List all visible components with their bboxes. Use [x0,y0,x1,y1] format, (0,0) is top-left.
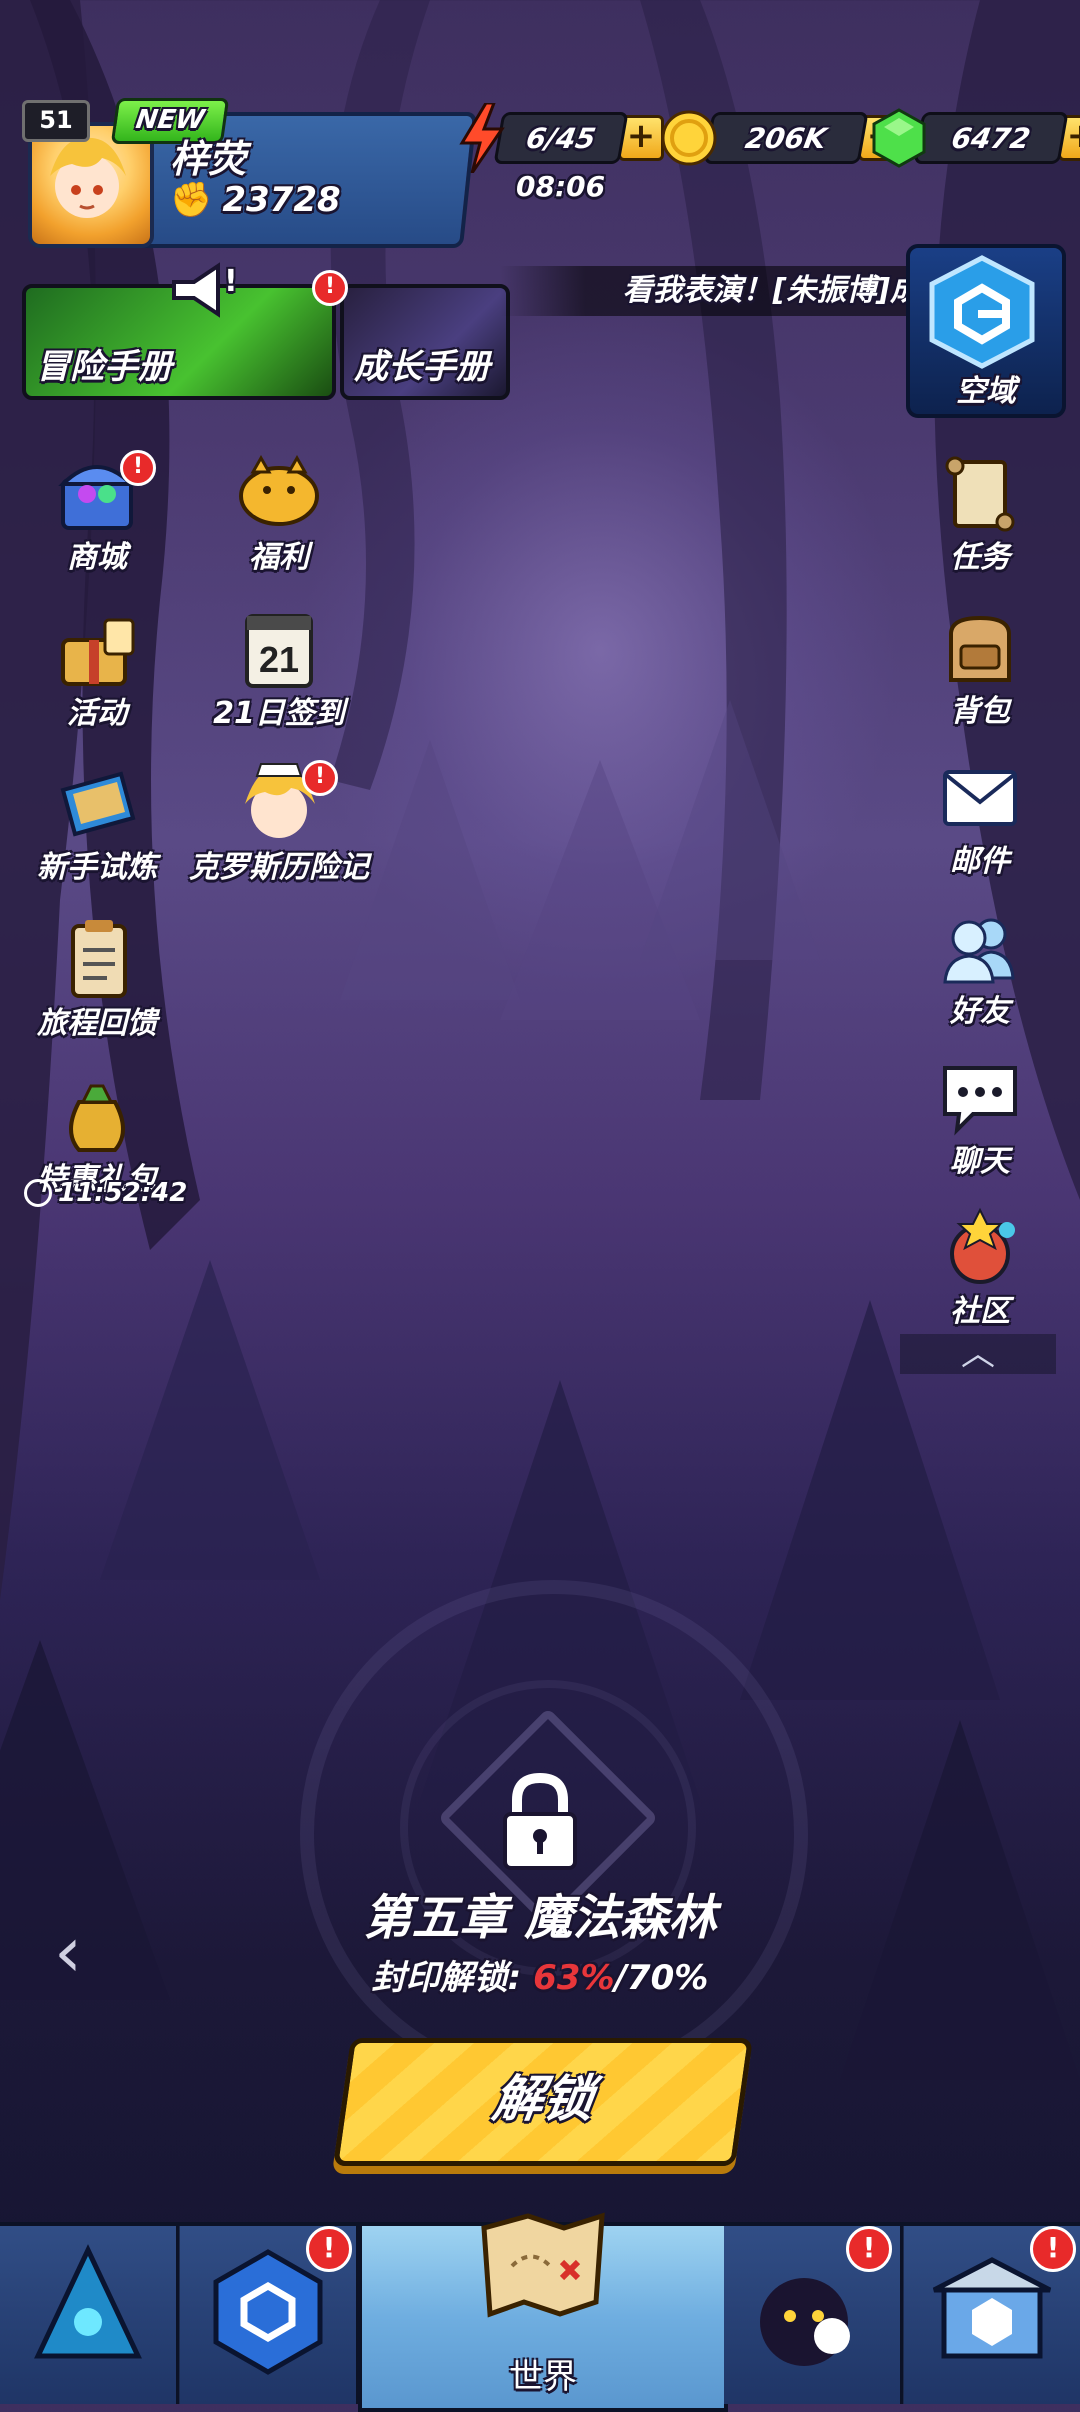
chapter-title: 第五章 魔法森林 [363,1890,717,1946]
menu-chat-label: 聊天 [950,1144,1010,1179]
special-pack-timer-value: 11:52:42 [58,1178,188,1208]
nav-tab-guild[interactable] [0,2226,179,2404]
calendar-day-number: 21 [259,639,299,680]
growth-handbook-button[interactable]: 成长手册 [340,284,510,400]
stamina-value: 6/45 [493,112,629,164]
shop-tab-alert-badge: ! [1030,2226,1076,2272]
gift-bag-icon [49,606,145,692]
player-level: 51 [22,100,90,142]
gem-resource: 6472 + [870,108,1080,168]
stamina-timer: 08:06 [516,170,606,203]
power-row: ✊ 23728 [170,180,341,220]
seal-label: 封印解锁: [371,1958,522,1998]
crystal-guild-icon [34,2244,142,2359]
announcement-ticker[interactable]: 看我表演！[朱振博]成 [500,266,924,316]
stamina-resource: 6/45 + [456,103,664,173]
nav-tab-world[interactable]: 世界 [358,2212,728,2412]
seal-current-percent: 63% [533,1958,615,1998]
seal-target-percent: /70% [614,1958,709,1998]
shop-alert-badge: ! [120,450,156,486]
scroll-icon [937,450,1023,536]
gem-value: 6472 [913,112,1069,164]
shadow-alert-badge: ! [846,2226,892,2272]
megaphone-mark: ! [224,264,238,299]
menu-21day-checkin-label: 21日签到 [213,696,345,731]
special-pack-timer: 11:52:42 [24,1178,187,1208]
chat-icon [937,1054,1023,1140]
menu-events[interactable]: 活动 [22,606,172,732]
skyzone-emblem-icon [929,255,1035,369]
menu-mail[interactable]: 邮件 [920,754,1040,880]
growth-handbook-label: 成长手册 [354,347,490,387]
menu-21day-checkin[interactable]: 21 21日签到 [204,606,354,732]
piggy-bank-icon [231,450,327,536]
menu-cross-adventure-label: 克罗斯历险记 [189,850,369,885]
menu-tasks-label: 任务 [950,540,1010,575]
player-card[interactable]: 51 NEW 梓荧 ✊ 23728 [22,98,478,248]
lightning-icon [459,103,505,173]
menu-newbie-trial-label: 新手试炼 [37,850,157,885]
power-value: 23728 [222,180,341,220]
player-name: 梓荧 [170,137,247,181]
money-bag-icon [49,1072,145,1158]
menu-friends-label: 好友 [950,994,1010,1029]
skyzone-label: 空域 [956,374,1016,409]
megaphone-icon [172,262,220,318]
menu-welfare-label: 福利 [249,540,309,575]
menu-cross-adventure[interactable]: 克罗斯历险记 [184,760,374,886]
friends-icon [937,904,1023,990]
menu-newbie-trial[interactable]: 新手试炼 [22,760,172,886]
community-icon [937,1204,1023,1290]
announcement-megaphone[interactable]: ! [168,262,248,322]
chevron-up-icon: ︿ [961,1334,995,1374]
cross-adventure-alert-badge: ! [302,760,338,796]
menu-journey-feedback-label: 旅程回馈 [37,1006,157,1041]
mail-icon [937,754,1023,840]
menu-welfare[interactable]: 福利 [204,450,354,576]
backpack-icon [937,604,1023,690]
forest-fog [300,300,900,1000]
menu-chat[interactable]: 聊天 [920,1054,1040,1180]
gold-coin-icon [661,110,717,166]
nav-world-label: 世界 [509,2357,577,2397]
trial-book-icon [49,760,145,846]
gold-value: 206K [703,112,869,164]
seal-progress: 封印解锁: 63%/70% [0,1950,1080,1999]
heroes-alert-badge: ! [306,2226,352,2272]
menu-journey-feedback[interactable]: 旅程回馈 [22,916,172,1042]
clipboard-icon [49,916,145,1002]
menu-community-label: 社区 [950,1294,1010,1329]
gold-resource: 206K + [660,110,904,166]
treasure-map-icon [481,2212,605,2318]
calendar-icon: 21 [231,606,327,692]
padlock-icon [503,1772,577,1870]
menu-community[interactable]: 社区 [920,1204,1040,1330]
fist-icon: ✊ [170,180,213,220]
menu-mail-label: 邮件 [950,844,1010,879]
growth-handbook-alert-badge: ! [312,270,348,306]
menu-backpack-label: 背包 [950,694,1010,729]
bottom-nav: ! 世界 ! ! [0,2212,1080,2412]
skyzone-button[interactable]: 空域 [906,244,1066,418]
green-gem-icon [872,108,926,168]
menu-tasks[interactable]: 任务 [920,450,1040,576]
collapse-menu-button[interactable]: ︿ [900,1334,1056,1374]
menu-backpack[interactable]: 背包 [920,604,1040,730]
clock-icon [24,1179,52,1207]
previous-chapter-arrow[interactable]: ‹ [54,1917,94,1992]
unlock-button[interactable]: 解锁 [333,2038,753,2166]
menu-friends[interactable]: 好友 [920,904,1040,1030]
menu-shop-label: 商城 [67,540,127,575]
adventure-handbook-label: 冒险手册 [36,347,172,387]
menu-events-label: 活动 [67,696,127,731]
